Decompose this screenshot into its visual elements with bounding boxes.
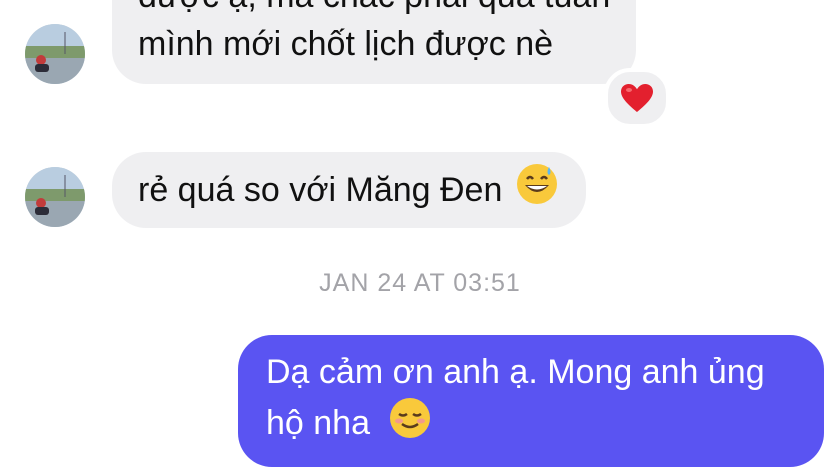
incoming-message-bubble[interactable]: được ạ, mà chắc phải qua tuần mình mới c… xyxy=(112,0,637,84)
message-text-line: Dạ cảm ơn anh ạ. Mong anh ủng xyxy=(266,353,765,391)
message-text-line: mình mới chốt lịch được nè xyxy=(138,25,554,63)
avatar-photo xyxy=(25,167,85,227)
message-text-line: hộ nha xyxy=(266,403,370,442)
incoming-message-bubble[interactable]: rẻ quá so với Măng Đen xyxy=(112,152,587,228)
avatar-photo xyxy=(25,24,85,84)
sweat-smile-emoji-icon xyxy=(516,163,558,218)
heart-reaction[interactable] xyxy=(604,68,670,128)
contact-avatar[interactable] xyxy=(25,24,85,84)
contact-avatar[interactable] xyxy=(25,167,85,227)
message-text: rẻ quá so với Măng Đen xyxy=(138,171,503,209)
message-timestamp: JAN 24 AT 03:51 xyxy=(319,269,521,297)
outgoing-message-bubble[interactable]: Dạ cảm ơn anh ạ. Mong anh ủng hộ nha xyxy=(238,335,824,467)
heart-icon xyxy=(621,84,653,112)
message-text-line: được ạ, mà chắc phải qua tuần xyxy=(138,0,610,20)
smiling-face-emoji-icon xyxy=(389,397,431,453)
message-text-line-wrapper: hộ nha xyxy=(266,397,798,453)
